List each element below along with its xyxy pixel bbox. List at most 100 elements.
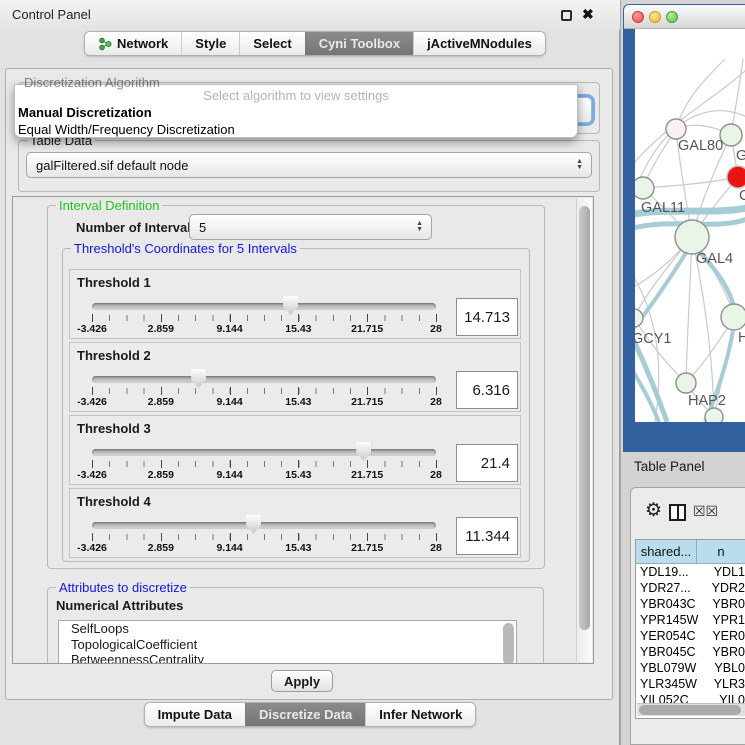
node-attribute-table[interactable]: shared... n YDL19...YDL1YDR27...YDR2YBR0… [635,539,745,719]
table-data-combobox[interactable]: galFiltered.sif default node ▲▼ [26,152,592,178]
slider-major-tick [436,533,437,541]
slider-tick-label: 9.144 [216,542,242,554]
node-label: GCY1 [635,331,672,347]
slider-major-tick [298,387,299,395]
slider-track[interactable] [92,449,436,456]
slider-tick-label: -3.426 [77,323,107,335]
threshold-value-field[interactable]: 6.316 [456,371,518,409]
table-row[interactable]: YDL19...YDL1 [636,564,745,580]
slider-major-tick [230,387,231,395]
cell-name: YLR3 [705,677,745,691]
apply-button[interactable]: Apply [271,670,333,692]
node-gcy1[interactable] [635,309,643,327]
attribute-list-item[interactable]: SelfLoops [59,621,516,637]
gear-icon[interactable]: ⚙ [645,499,662,522]
node-label: H [738,330,745,346]
slider-major-tick [298,533,299,541]
stepper-arrows-icon: ▲▼ [576,159,583,171]
slider-major-tick [298,314,299,322]
checkbox-filter-icons[interactable]: ☒☒ [693,503,718,520]
threshold-value-field[interactable]: 11.344 [456,517,518,555]
close-traffic-icon[interactable] [632,11,644,23]
cell-name: YPR1 [703,613,745,627]
table-row[interactable]: YLR345WYLR3 [636,676,745,692]
column-header-name[interactable]: n [697,540,745,563]
table-horizontal-scrollbar[interactable] [637,703,745,716]
slider-handle[interactable] [246,515,261,534]
node-ga[interactable] [720,124,742,146]
table-row[interactable]: YPR145WYPR1 [636,612,745,628]
node-gal11[interactable] [635,177,654,199]
slider-tick-label: -3.426 [77,469,107,481]
node-h[interactable] [721,304,745,330]
threshold-value-field[interactable]: 21.4 [456,444,518,482]
threshold-coordinates-title: Threshold's Coordinates for 5 Intervals [71,241,300,256]
panel-title: Control Panel [12,7,91,22]
attribute-list-item[interactable]: BetweennessCentrality [59,652,516,664]
slider-tick-label: 2.859 [148,542,174,554]
tab-jactivemnodules[interactable]: jActiveMNodules [413,32,545,55]
slider-handle[interactable] [356,442,371,461]
node-partial[interactable] [705,408,723,422]
tab-label: Impute Data [158,707,232,722]
cell-shared-name: YBR043C [636,597,703,611]
network-view-window: GAL80 GA C GAL11 GAL4 GCY1 H HAP2 [623,4,745,452]
table-header-row: shared... n [636,540,745,564]
tab-select[interactable]: Select [239,32,304,55]
tab-impute-data[interactable]: Impute Data [145,703,245,726]
algorithm-option-manual-discretization[interactable]: Manual Discretization [15,104,577,121]
tab-label: Discretize Data [259,707,352,722]
slider-tick-label: 28 [430,542,442,554]
cell-shared-name: YDR27... [636,581,703,595]
table-row[interactable]: YBL079WYBL0 [636,660,745,676]
slider-major-tick [230,314,231,322]
tab-label: Cyni Toolbox [319,36,400,51]
minimize-traffic-icon[interactable] [649,11,661,23]
node-hap2[interactable] [676,373,696,393]
table-row[interactable]: YBR043CYBR0 [636,596,745,612]
node-selected-red[interactable] [727,166,745,188]
settings-vertical-scrollbar[interactable] [576,198,592,662]
threshold-value-field[interactable]: 14.713 [456,298,518,336]
slider-track[interactable] [92,376,436,383]
tab-network[interactable]: Network [85,32,181,55]
close-icon[interactable]: ✖ [582,6,594,23]
node-gal80[interactable] [666,119,686,139]
column-header-shared-name[interactable]: shared... [636,540,697,563]
algorithm-option-equal-width-frequency[interactable]: Equal Width/Frequency Discretization [15,121,577,138]
table-panel-title: Table Panel [634,459,705,474]
attribute-list-item[interactable]: TopologicalCoefficient [59,637,516,653]
cell-name: YDR2 [703,581,745,595]
cell-shared-name: YPR145W [636,613,703,627]
slider-major-tick [436,314,437,322]
slider-tick-label: 21.715 [351,396,383,408]
scrollbar-thumb[interactable] [579,206,590,630]
tab-discretize-data[interactable]: Discretize Data [245,703,365,726]
number-of-intervals-combobox[interactable]: 5 ▲▼ [189,214,432,240]
cell-name: YER0 [703,629,745,643]
zoom-traffic-icon[interactable] [666,11,678,23]
slider-handle[interactable] [191,369,206,388]
tab-label: Style [195,36,226,51]
column-layout-icon[interactable] [669,504,686,521]
list-scrollbar-thumb[interactable] [503,623,514,664]
tab-cyni-toolbox[interactable]: Cyni Toolbox [305,32,413,55]
node-gal4[interactable] [675,220,709,254]
slider-major-tick [92,387,93,395]
float-window-icon[interactable] [561,10,572,21]
scrollbar-thumb[interactable] [639,705,741,715]
slider-major-tick [161,314,162,322]
tab-infer-network[interactable]: Infer Network [365,703,475,726]
discretization-algorithm-group-title: Discretization Algorithm [24,75,160,90]
network-canvas[interactable]: GAL80 GA C GAL11 GAL4 GCY1 H HAP2 [635,29,745,422]
tab-style[interactable]: Style [181,32,239,55]
numerical-attributes-list[interactable]: SelfLoopsTopologicalCoefficientBetweenne… [58,620,517,664]
threshold-row: Threshold 4-3.4262.8599.14415.4321.71528… [69,488,521,558]
cell-shared-name: YBR045C [636,645,703,659]
slider-handle[interactable] [283,296,298,315]
table-row[interactable]: YER054CYER0 [636,628,745,644]
slider-track[interactable] [92,522,436,529]
table-row[interactable]: YBR045CYBR0 [636,644,745,660]
table-row[interactable]: YDR27...YDR2 [636,580,745,596]
slider-track[interactable] [92,303,436,310]
